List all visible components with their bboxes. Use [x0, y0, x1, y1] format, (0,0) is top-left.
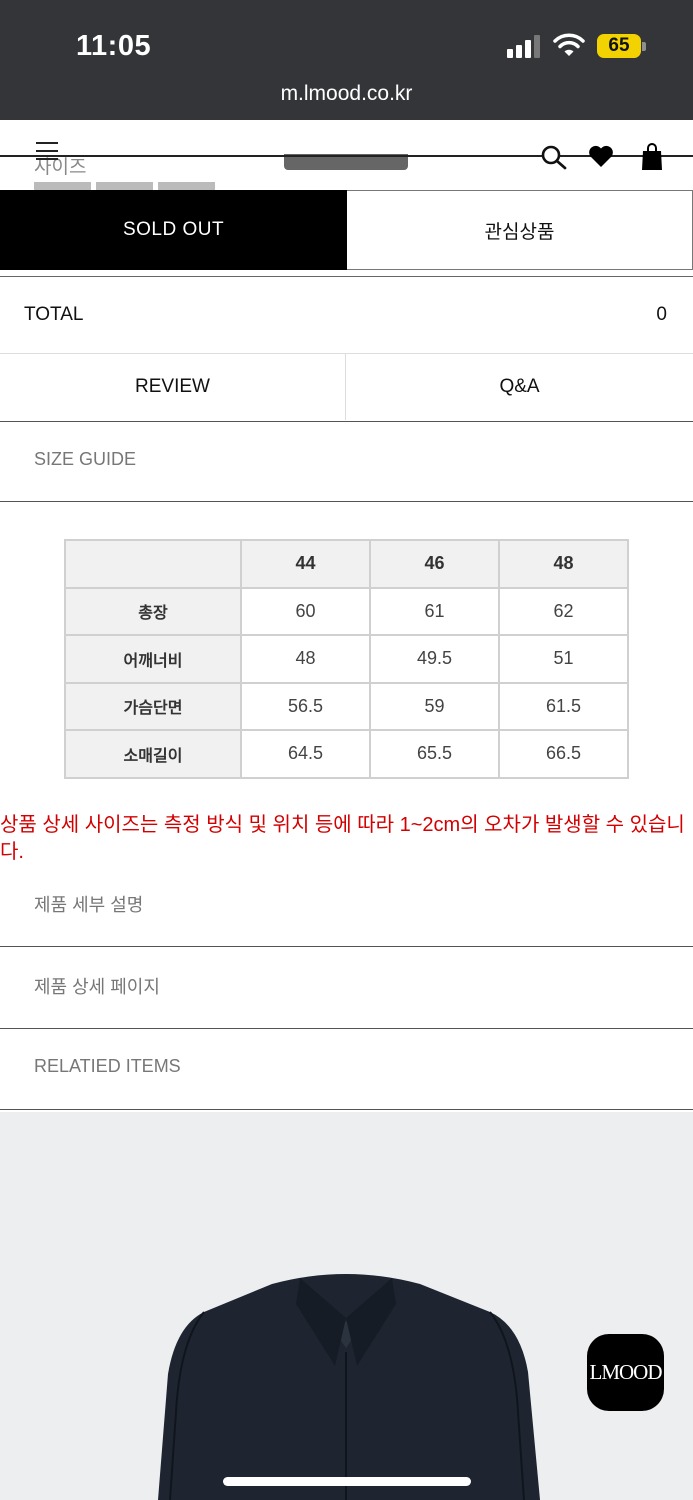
size-guide-section[interactable]: SIZE GUIDE: [0, 421, 693, 502]
heart-icon[interactable]: [588, 144, 614, 168]
size-notice: 상품 상세 사이즈는 측정 방식 및 위치 등에 따라 1~2cm의 오차가 발…: [0, 814, 685, 863]
related-product-image[interactable]: [0, 1112, 693, 1500]
wifi-icon: [553, 33, 585, 56]
sold-out-button[interactable]: SOLD OUT: [0, 190, 347, 270]
table-cell: 61.5: [498, 681, 629, 731]
size-table-header: 44 46 48: [64, 539, 629, 589]
table-cell: 61: [369, 586, 500, 636]
row-label: 소매길이: [64, 729, 242, 779]
row-label: 가슴단면: [64, 681, 242, 731]
product-page-section[interactable]: 제품 상세 페이지: [0, 948, 693, 1029]
table-cell: 60: [240, 586, 371, 636]
shopping-bag-icon[interactable]: [640, 143, 664, 171]
coat-image: [158, 1274, 540, 1500]
product-details-section[interactable]: 제품 세부 설명: [0, 866, 693, 947]
table-cell: 51: [498, 634, 629, 684]
hamburger-menu-icon[interactable]: [36, 142, 60, 164]
table-row: 소매길이 64.5 65.5 66.5: [64, 729, 629, 779]
purchase-actions: SOLD OUT 관심상품: [0, 190, 693, 270]
search-icon[interactable]: [540, 144, 568, 170]
total-value: 0: [656, 304, 667, 325]
table-cell: 59: [369, 681, 500, 731]
related-items-label: RELATIED ITEMS: [34, 1056, 181, 1076]
lmood-floating-button[interactable]: LMOOD: [587, 1334, 664, 1411]
product-details-label: 제품 세부 설명: [34, 895, 144, 915]
battery-nub: [642, 42, 646, 51]
related-items-section[interactable]: RELATIED ITEMS: [0, 1029, 693, 1110]
row-label: 총장: [64, 586, 242, 636]
product-page-label: 제품 상세 페이지: [34, 977, 160, 997]
status-time: 11:05: [76, 30, 152, 62]
home-indicator[interactable]: [223, 1477, 471, 1486]
size-col-46: 46: [369, 539, 500, 589]
table-cell: 56.5: [240, 681, 371, 731]
table-row: 가슴단면 56.5 59 61.5: [64, 681, 629, 731]
size-table: 44 46 48 총장 60 61 62 어깨너비 48 49.5 51 가슴단…: [64, 539, 629, 779]
site-header: 사이즈: [0, 120, 693, 190]
status-bar: 11:05 65 m.lmood.co.kr: [0, 0, 693, 120]
table-cell: 49.5: [369, 634, 500, 684]
table-cell: 48: [240, 634, 371, 684]
tab-review[interactable]: REVIEW: [0, 354, 346, 420]
size-col-48: 48: [498, 539, 629, 589]
battery-icon: 65: [597, 34, 641, 58]
size-table-corner: [64, 539, 242, 589]
table-cell: 65.5: [369, 729, 500, 779]
wishlist-button[interactable]: 관심상품: [347, 190, 693, 270]
row-label: 어깨너비: [64, 634, 242, 684]
table-cell: 62: [498, 586, 629, 636]
size-col-44: 44: [240, 539, 371, 589]
review-qa-tabs: REVIEW Q&A: [0, 354, 693, 422]
total-label: TOTAL: [24, 304, 84, 325]
cellular-signal-icon: [507, 34, 543, 58]
table-row: 총장 60 61 62: [64, 586, 629, 636]
table-cell: 64.5: [240, 729, 371, 779]
total-row: TOTAL 0: [0, 276, 693, 354]
url-bar[interactable]: m.lmood.co.kr: [0, 82, 693, 106]
table-row: 어깨너비 48 49.5 51: [64, 634, 629, 684]
table-cell: 66.5: [498, 729, 629, 779]
tab-qa[interactable]: Q&A: [346, 354, 693, 420]
size-guide-label: SIZE GUIDE: [34, 449, 137, 469]
